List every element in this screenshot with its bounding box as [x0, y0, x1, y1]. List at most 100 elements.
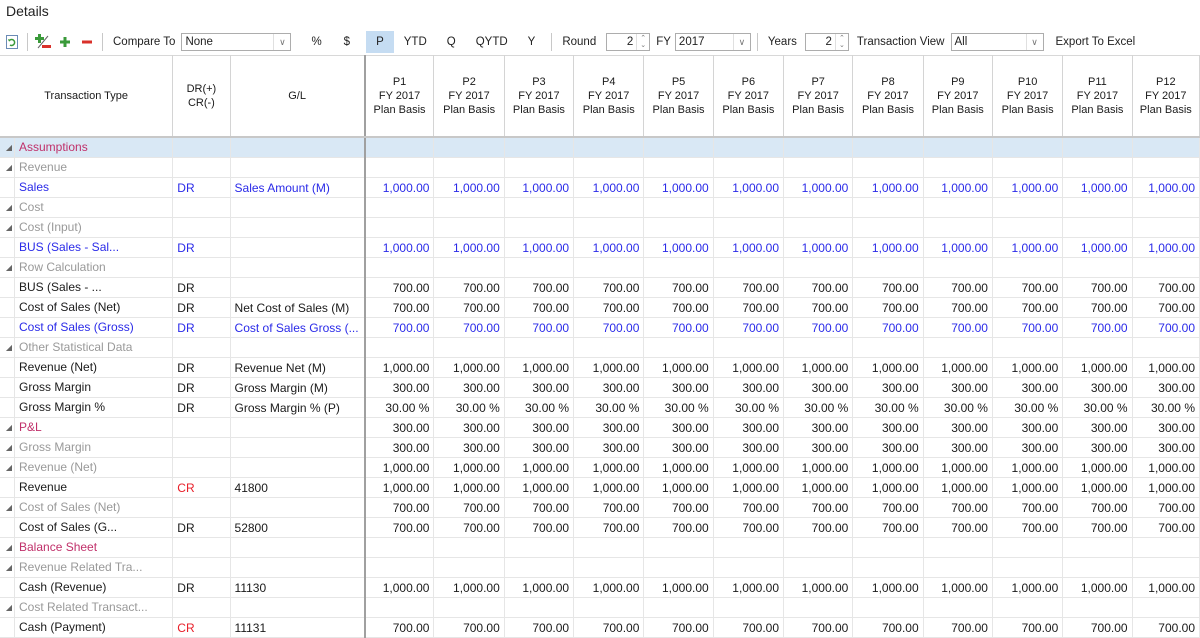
- table-row[interactable]: ◢ Cost Related Transact...: [0, 597, 1200, 618]
- table-row[interactable]: ◢ P&L 300.00 300.00 300.00 300.00 300.00 300.00…: [0, 417, 1200, 438]
- gl-cell[interactable]: [230, 197, 366, 218]
- table-row[interactable]: ◢ Cost of Sales (Net) 700.00 700.00 700.00 70…: [0, 497, 1200, 518]
- table-row[interactable]: ◢ Cost: [0, 197, 1200, 218]
- value-cell-p2[interactable]: 300.00: [433, 437, 505, 458]
- drcr-cell[interactable]: [172, 157, 231, 178]
- column-header-p4[interactable]: P4 FY 2017 Plan Basis: [573, 55, 645, 138]
- value-cell-p10[interactable]: [992, 597, 1064, 618]
- gl-cell[interactable]: 52800: [230, 517, 366, 538]
- value-cell-p2[interactable]: 1,000.00: [433, 577, 505, 598]
- value-cell-p5[interactable]: 700.00: [643, 297, 714, 318]
- value-cell-p12[interactable]: 30.00 %: [1132, 397, 1200, 418]
- drcr-cell[interactable]: [172, 137, 231, 158]
- value-cell-p6[interactable]: 300.00: [713, 377, 785, 398]
- round-value[interactable]: 2: [607, 36, 636, 48]
- value-cell-p7[interactable]: 1,000.00: [783, 577, 854, 598]
- value-cell-p3[interactable]: 700.00: [504, 297, 575, 318]
- gl-cell[interactable]: Revenue Net (M): [230, 357, 366, 378]
- value-cell-p12[interactable]: 700.00: [1132, 317, 1200, 338]
- value-cell-p6[interactable]: [713, 137, 785, 158]
- value-cell-p7[interactable]: 300.00: [783, 437, 854, 458]
- value-cell-p1[interactable]: 700.00: [364, 297, 435, 318]
- column-header-p5[interactable]: P5 FY 2017 Plan Basis: [643, 55, 714, 138]
- value-cell-p4[interactable]: [573, 157, 645, 178]
- value-cell-p2[interactable]: [433, 217, 505, 238]
- table-row[interactable]: BUS (Sales - Sal... DR 1,000.00 1,000.00 1,0…: [0, 237, 1200, 258]
- value-cell-p12[interactable]: [1132, 137, 1200, 158]
- drcr-cell[interactable]: [172, 217, 231, 238]
- value-cell-p10[interactable]: 300.00: [992, 377, 1064, 398]
- value-cell-p12[interactable]: 700.00: [1132, 517, 1200, 538]
- expand-collapse-icon[interactable]: ◢: [4, 443, 14, 452]
- transaction-type-cell[interactable]: Revenue: [0, 477, 174, 498]
- value-cell-p4[interactable]: 1,000.00: [573, 577, 645, 598]
- value-cell-p9[interactable]: 1,000.00: [923, 457, 993, 478]
- chevron-up-icon[interactable]: ⌃: [839, 35, 845, 42]
- value-cell-p4[interactable]: [573, 337, 645, 358]
- column-header-p8[interactable]: P8 FY 2017 Plan Basis: [852, 55, 924, 138]
- value-cell-p4[interactable]: 1,000.00: [573, 357, 645, 378]
- value-cell-p12[interactable]: [1132, 157, 1200, 178]
- table-row[interactable]: Gross Margin % DR Gross Margin % (P) 30.00 …: [0, 397, 1200, 418]
- value-cell-p2[interactable]: 700.00: [433, 517, 505, 538]
- value-cell-p5[interactable]: 700.00: [643, 517, 714, 538]
- value-cell-p10[interactable]: 700.00: [992, 497, 1064, 518]
- transaction-type-cell[interactable]: BUS (Sales - ...: [0, 277, 174, 298]
- value-cell-p3[interactable]: 700.00: [504, 317, 575, 338]
- value-cell-p8[interactable]: 1,000.00: [852, 477, 924, 498]
- value-cell-p2[interactable]: [433, 337, 505, 358]
- table-row[interactable]: Gross Margin DR Gross Margin (M) 300.00 300.…: [0, 377, 1200, 398]
- value-cell-p12[interactable]: [1132, 557, 1200, 578]
- value-cell-p10[interactable]: 1,000.00: [992, 237, 1064, 258]
- value-cell-p2[interactable]: 1,000.00: [433, 477, 505, 498]
- transaction-type-cell[interactable]: ◢ Balance Sheet: [0, 537, 174, 558]
- table-row[interactable]: ◢ Balance Sheet: [0, 537, 1200, 558]
- table-row[interactable]: Cost of Sales (Net) DR Net Cost of Sales (…: [0, 297, 1200, 318]
- value-cell-p9[interactable]: [923, 197, 993, 218]
- value-cell-p1[interactable]: [364, 257, 435, 278]
- value-cell-p10[interactable]: 300.00: [992, 417, 1064, 438]
- gl-cell[interactable]: [230, 337, 366, 358]
- value-cell-p7[interactable]: 700.00: [783, 277, 854, 298]
- value-cell-p10[interactable]: 300.00: [992, 437, 1064, 458]
- value-cell-p12[interactable]: 300.00: [1132, 437, 1200, 458]
- value-cell-p6[interactable]: 700.00: [713, 297, 785, 318]
- value-cell-p4[interactable]: 300.00: [573, 437, 645, 458]
- value-cell-p3[interactable]: [504, 137, 575, 158]
- table-row[interactable]: Sales DR Sales Amount (M) 1,000.00 1,000.00 1…: [0, 177, 1200, 198]
- value-cell-p11[interactable]: 1,000.00: [1062, 577, 1133, 598]
- chevron-down-icon[interactable]: ∨: [1025, 34, 1043, 50]
- value-cell-p11[interactable]: [1062, 557, 1133, 578]
- expand-collapse-icon[interactable]: ◢: [4, 503, 14, 512]
- value-cell-p2[interactable]: 300.00: [433, 417, 505, 438]
- value-cell-p11[interactable]: 1,000.00: [1062, 477, 1133, 498]
- value-cell-p7[interactable]: [783, 557, 854, 578]
- chevron-down-icon[interactable]: ∨: [273, 34, 290, 50]
- value-cell-p5[interactable]: 300.00: [643, 377, 714, 398]
- value-cell-p5[interactable]: [643, 257, 714, 278]
- table-row[interactable]: BUS (Sales - ... DR 700.00 700.00 700.00 700.…: [0, 277, 1200, 298]
- years-value[interactable]: 2: [806, 36, 835, 48]
- chevron-down-icon[interactable]: ∨: [732, 34, 750, 50]
- compare-to-dropdown[interactable]: None ∨: [181, 33, 292, 51]
- value-cell-p2[interactable]: 700.00: [433, 317, 505, 338]
- drcr-cell[interactable]: [172, 417, 231, 438]
- gl-cell[interactable]: [230, 597, 366, 618]
- value-cell-p8[interactable]: 700.00: [852, 297, 924, 318]
- value-cell-p6[interactable]: [713, 337, 785, 358]
- value-cell-p9[interactable]: 1,000.00: [923, 237, 993, 258]
- value-cell-p8[interactable]: 30.00 %: [852, 397, 924, 418]
- value-cell-p11[interactable]: [1062, 157, 1133, 178]
- value-cell-p5[interactable]: [643, 217, 714, 238]
- value-cell-p8[interactable]: [852, 537, 924, 558]
- drcr-cell[interactable]: DR: [172, 517, 231, 538]
- value-cell-p1[interactable]: 300.00: [364, 417, 435, 438]
- value-cell-p1[interactable]: 700.00: [364, 497, 435, 518]
- value-cell-p9[interactable]: 30.00 %: [923, 397, 993, 418]
- expand-collapse-icon[interactable]: ◢: [4, 603, 14, 612]
- value-cell-p3[interactable]: 1,000.00: [504, 357, 575, 378]
- value-cell-p4[interactable]: 1,000.00: [573, 237, 645, 258]
- value-cell-p7[interactable]: [783, 197, 854, 218]
- table-row[interactable]: ◢ Assumptions: [0, 137, 1200, 158]
- table-row[interactable]: Cash (Revenue) DR 11130 1,000.00 1,000.00 1,0…: [0, 577, 1200, 598]
